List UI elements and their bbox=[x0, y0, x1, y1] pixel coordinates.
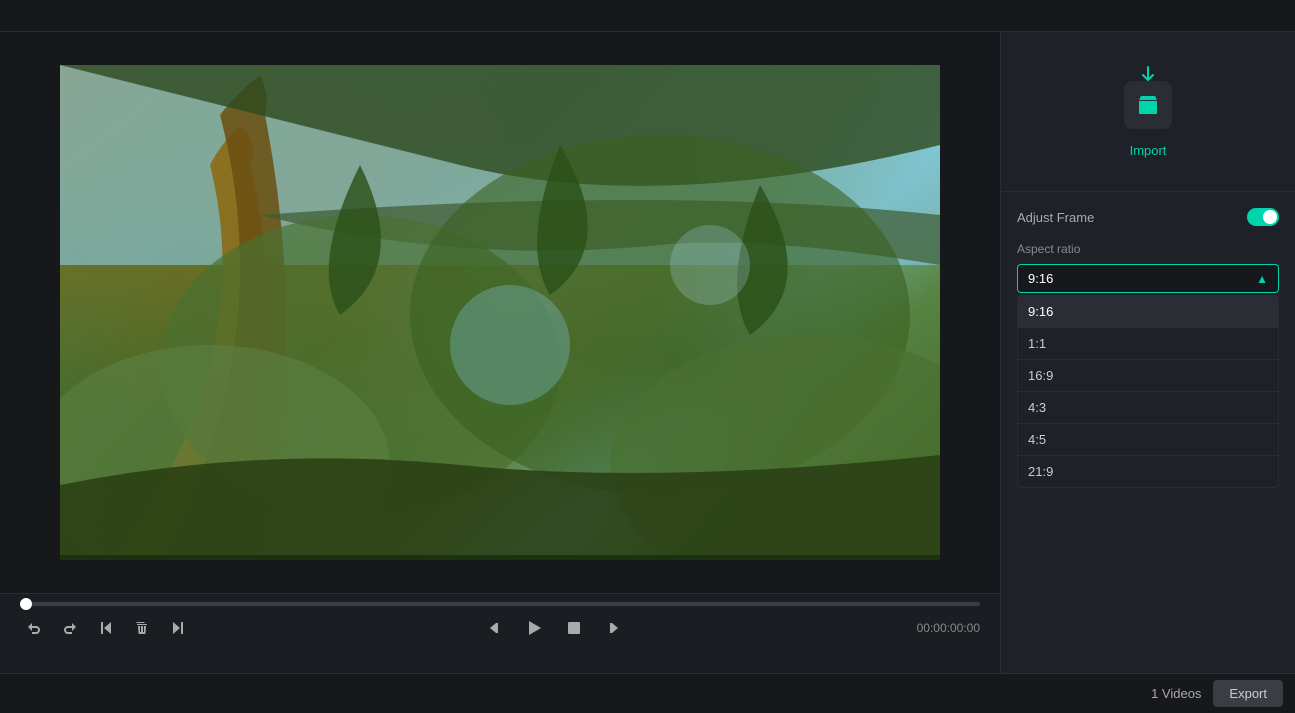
main-layout: 00:00:00:00 Import bbox=[0, 32, 1295, 673]
adjust-header: Adjust Frame bbox=[1017, 208, 1279, 226]
dropdown-selected-value[interactable]: 9:16 ▲ bbox=[1017, 264, 1279, 293]
trash-icon bbox=[134, 620, 150, 636]
frame-back-button[interactable] bbox=[480, 614, 508, 642]
adjust-frame-panel: Adjust Frame Aspect ratio 9:16 ▲ 9:16 1:… bbox=[1001, 192, 1295, 309]
video-frame-svg bbox=[60, 65, 940, 560]
controls-row: 00:00:00:00 bbox=[12, 610, 988, 646]
play-button[interactable] bbox=[520, 614, 548, 642]
center-controls bbox=[200, 614, 909, 642]
skip-forward-button[interactable] bbox=[164, 614, 192, 642]
selected-option-text: 9:16 bbox=[1028, 271, 1053, 286]
dropdown-option-1-1[interactable]: 1:1 bbox=[1018, 328, 1278, 360]
import-label[interactable]: Import bbox=[1130, 143, 1167, 158]
stop-icon bbox=[566, 620, 582, 636]
bottom-bar: 1 Videos Export bbox=[0, 673, 1295, 713]
videos-count: 1 Videos bbox=[1151, 686, 1201, 701]
aspect-ratio-dropdown[interactable]: 9:16 ▲ 9:16 1:1 16:9 4:3 4:5 21:9 bbox=[1017, 264, 1279, 293]
delete-button[interactable] bbox=[128, 614, 156, 642]
dropdown-option-9-16[interactable]: 9:16 bbox=[1018, 296, 1278, 328]
video-player bbox=[60, 65, 940, 560]
stop-button[interactable] bbox=[560, 614, 588, 642]
import-icon-wrap bbox=[1116, 65, 1180, 129]
undo-icon bbox=[26, 620, 42, 636]
redo-icon bbox=[62, 620, 78, 636]
dropdown-option-16-9[interactable]: 16:9 bbox=[1018, 360, 1278, 392]
dropdown-option-4-3[interactable]: 4:3 bbox=[1018, 392, 1278, 424]
controls-bar: 00:00:00:00 bbox=[0, 593, 1000, 673]
video-background bbox=[60, 65, 940, 560]
skip-back-button[interactable] bbox=[92, 614, 120, 642]
video-area: 00:00:00:00 bbox=[0, 32, 1000, 673]
frame-forward-icon bbox=[606, 620, 622, 636]
export-button[interactable]: Export bbox=[1213, 680, 1283, 707]
dropdown-option-21-9[interactable]: 21:9 bbox=[1018, 456, 1278, 487]
progress-thumb[interactable] bbox=[20, 598, 32, 610]
right-panel: Import Adjust Frame Aspect ratio 9:16 ▲ … bbox=[1000, 32, 1295, 673]
play-icon bbox=[525, 619, 543, 637]
skip-forward-icon bbox=[170, 620, 186, 636]
top-bar bbox=[0, 0, 1295, 32]
adjust-frame-title: Adjust Frame bbox=[1017, 210, 1094, 225]
frame-forward-button[interactable] bbox=[600, 614, 628, 642]
skip-back-icon bbox=[98, 620, 114, 636]
progress-track[interactable] bbox=[20, 602, 980, 606]
import-media-icon bbox=[1136, 93, 1160, 117]
import-area[interactable]: Import bbox=[1001, 32, 1295, 192]
undo-button[interactable] bbox=[20, 614, 48, 642]
redo-button[interactable] bbox=[56, 614, 84, 642]
video-container bbox=[0, 32, 1000, 593]
adjust-frame-toggle[interactable] bbox=[1247, 208, 1279, 226]
time-display: 00:00:00:00 bbox=[917, 621, 980, 635]
import-icon-background bbox=[1124, 81, 1172, 129]
dropdown-list[interactable]: 9:16 1:1 16:9 4:3 4:5 21:9 bbox=[1017, 295, 1279, 488]
frame-back-icon bbox=[486, 620, 502, 636]
aspect-ratio-label: Aspect ratio bbox=[1017, 242, 1279, 256]
chevron-up-icon: ▲ bbox=[1256, 272, 1268, 286]
progress-bar-container[interactable] bbox=[12, 594, 988, 610]
dropdown-option-4-5[interactable]: 4:5 bbox=[1018, 424, 1278, 456]
